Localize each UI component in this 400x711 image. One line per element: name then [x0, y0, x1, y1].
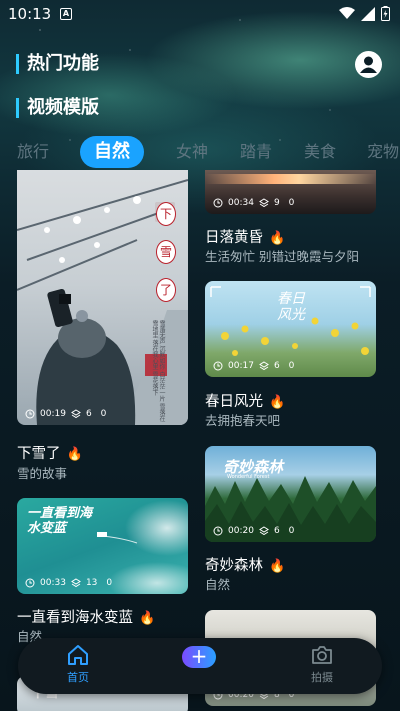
clock-icon — [213, 526, 223, 536]
tab-nature[interactable]: 自然 — [80, 136, 144, 168]
card-subtitle-forest: 自然 — [205, 577, 231, 592]
card-title-sea: 一直看到海水变蓝 🔥 — [17, 606, 155, 627]
card-likes: 0 — [100, 409, 107, 419]
card-layers: 6 — [273, 361, 280, 371]
clock-icon — [25, 578, 35, 588]
status-time: 10:13 — [8, 5, 52, 23]
section-video-templates: 视频模版 — [16, 98, 99, 118]
card-duration: 00:19 — [40, 409, 66, 419]
clock-icon — [25, 409, 35, 419]
tab-food[interactable]: 美食 — [304, 136, 336, 168]
template-card-sunset[interactable]: 00:34 9 0 — [205, 170, 376, 214]
fire-icon: 🔥 — [66, 447, 83, 462]
snow-art-char: 雪 — [156, 240, 176, 264]
battery-icon — [381, 6, 390, 21]
sunset-glow — [205, 174, 376, 184]
card-likes: 0 — [288, 361, 295, 371]
user-icon — [360, 56, 377, 73]
card-duration: 00:33 — [40, 578, 66, 588]
template-card-spring[interactable]: 春日风光 00:17 6 0 — [205, 281, 376, 377]
status-bar: 10:13 A — [0, 0, 400, 28]
plus-icon: + — [190, 644, 208, 668]
card-title-spring: 春日风光 🔥 — [205, 390, 285, 411]
fire-icon: 🔥 — [269, 231, 286, 246]
tab-pets[interactable]: 宠物 — [367, 136, 399, 168]
camera-icon — [312, 646, 332, 664]
signal-icon — [361, 6, 375, 21]
nav-shoot-label: 拍摄 — [311, 671, 333, 684]
card-likes: 0 — [106, 578, 113, 588]
bottom-navigation: 首页 + 拍摄 — [18, 638, 382, 694]
clock-icon — [213, 361, 223, 371]
card-title-text: 日落黄昏 — [205, 230, 263, 246]
sea-art-title: 一直看到海水变蓝 — [27, 506, 93, 536]
snow-poem-text: 雪落无声 沉默如你 白茫茫一片 雪落在 雪地里 落在我心里 雪花落下 — [151, 320, 165, 422]
layers-icon — [258, 198, 269, 208]
card-meta: 00:19 6 0 — [25, 409, 106, 419]
wifi-icon — [339, 7, 355, 19]
notification-badge: A — [60, 8, 72, 20]
card-meta: 00:20 6 0 — [213, 526, 294, 536]
card-subtitle-snow: 雪的故事 — [17, 466, 68, 481]
user-avatar-button[interactable] — [355, 51, 382, 78]
card-duration: 00:34 — [228, 198, 254, 208]
card-layers: 13 — [85, 578, 98, 588]
fire-icon: 🔥 — [269, 395, 286, 410]
tab-outing[interactable]: 踏青 — [240, 136, 272, 168]
nav-home-label: 首页 — [67, 671, 89, 684]
card-title-forest: 奇妙森林 🔥 — [205, 554, 285, 575]
fire-icon: 🔥 — [139, 611, 156, 626]
category-tabs: 旅行 自然 女神 踏青 美食 宠物 — [0, 136, 400, 168]
card-duration: 00:20 — [228, 526, 254, 536]
nav-shoot[interactable]: 拍摄 — [292, 644, 352, 685]
card-likes: 0 — [288, 198, 295, 208]
card-title-text: 奇妙森林 — [205, 558, 263, 574]
forest-art-subtitle: Wonderful Forest — [227, 474, 270, 480]
status-icons — [339, 6, 390, 21]
card-duration: 00:17 — [228, 361, 254, 371]
card-meta: 00:34 9 0 — [213, 198, 294, 208]
section-hot-features: 热门功能 — [16, 54, 99, 74]
card-subtitle-sunset: 生活匆忙 别错过晚霞与夕阳 — [205, 249, 359, 264]
card-title-text: 春日风光 — [205, 394, 263, 410]
snow-art-char: 下 — [156, 202, 176, 226]
tab-travel[interactable]: 旅行 — [17, 136, 49, 168]
create-button[interactable]: + — [182, 646, 216, 668]
template-card-forest[interactable]: 奇妙森林 Wonderful Forest 00:20 6 0 — [205, 446, 376, 542]
layers-icon — [258, 526, 269, 536]
layers-icon — [258, 361, 269, 371]
card-meta: 00:33 13 0 — [25, 578, 112, 588]
fire-icon: 🔥 — [269, 559, 286, 574]
snow-art-char: 了 — [156, 278, 176, 302]
card-title-text: 一直看到海水变蓝 — [17, 610, 133, 626]
layers-icon — [70, 409, 81, 419]
nav-home[interactable]: 首页 — [48, 644, 108, 685]
template-card-sea[interactable]: 一直看到海水变蓝 00:33 13 0 — [17, 498, 188, 594]
card-title-sunset: 日落黄昏 🔥 — [205, 226, 285, 247]
clock-icon — [213, 198, 223, 208]
card-layers: 9 — [273, 198, 280, 208]
template-card-snow[interactable]: 下 雪 了 雪落无声 沉默如你 白茫茫一片 雪落在 雪地里 落在我心里 雪花落下… — [17, 170, 188, 425]
card-title-snow: 下雪了 🔥 — [17, 442, 83, 463]
snow-art-title: 下 雪 了 — [156, 202, 176, 302]
home-icon — [68, 645, 88, 665]
spring-art-title: 春日风光 — [277, 291, 305, 323]
card-meta: 00:17 6 0 — [213, 361, 294, 371]
card-layers: 6 — [273, 526, 280, 536]
layers-icon — [70, 578, 81, 588]
card-layers: 6 — [85, 409, 92, 419]
card-likes: 0 — [288, 526, 295, 536]
card-title-text: 下雪了 — [17, 446, 61, 462]
tab-goddess[interactable]: 女神 — [176, 136, 208, 168]
card-subtitle-spring: 去拥抱春天吧 — [205, 413, 281, 428]
